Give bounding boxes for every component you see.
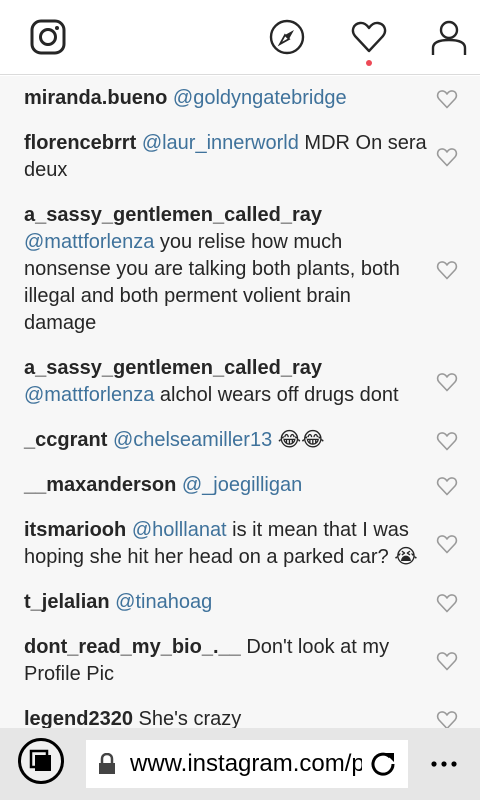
comment-row: florencebrrt @laur_innerworld MDR On ser…: [0, 121, 480, 193]
heart-icon[interactable]: [350, 18, 388, 56]
comment-username[interactable]: t_jelalian: [24, 591, 110, 613]
comment-username[interactable]: dont_read_my_bio_.__: [24, 636, 241, 658]
comment-username[interactable]: a_sassy_gentlemen_called_ray: [24, 357, 322, 379]
comment-username[interactable]: __maxanderson: [24, 474, 176, 496]
more-icon[interactable]: [426, 750, 462, 778]
comment-mention[interactable]: @mattforlenza: [24, 231, 154, 253]
comment-mention[interactable]: @tinahoag: [115, 591, 212, 613]
comment-username[interactable]: a_sassy_gentlemen_called_ray: [24, 204, 322, 226]
comment-row: a_sassy_gentlemen_called_ray @mattforlen…: [0, 193, 480, 346]
comment-text: alchol wears off drugs dont: [154, 384, 399, 406]
comment-username[interactable]: itsmariooh: [24, 519, 126, 541]
comment-mention[interactable]: @goldyngatebridge: [173, 87, 347, 109]
like-heart-icon[interactable]: [436, 260, 458, 280]
lock-icon: [98, 752, 116, 780]
comment-text: 😂😂: [272, 429, 325, 451]
comment-username[interactable]: legend2320: [24, 708, 133, 728]
comment-mention[interactable]: @holllanat: [132, 519, 227, 541]
comment-text: She's crazy: [138, 708, 242, 728]
like-heart-icon[interactable]: [436, 147, 458, 167]
comment-mention[interactable]: @mattforlenza: [24, 384, 154, 406]
comment-username[interactable]: florencebrrt: [24, 132, 136, 154]
comment-mention[interactable]: @_joegilligan: [182, 474, 302, 496]
comment-row: itsmariooh @holllanat is it mean that I …: [0, 508, 480, 580]
comment-row: __maxanderson @_joegilligan: [0, 463, 480, 508]
notification-dot: [366, 60, 372, 66]
comment-mention[interactable]: @laur_innerworld: [142, 132, 299, 154]
like-heart-icon[interactable]: [436, 476, 458, 496]
browser-bottom-bar: www.instagram.com/p: [0, 728, 480, 800]
comment-row: dont_read_my_bio_.__ Don't look at my Pr…: [0, 625, 480, 697]
comments-list: miranda.bueno @goldyngatebridge florenceb…: [0, 76, 480, 728]
like-heart-icon[interactable]: [436, 651, 458, 671]
refresh-icon[interactable]: [370, 751, 396, 782]
url-text: www.instagram.com/p: [130, 750, 362, 777]
address-bar[interactable]: www.instagram.com/p: [86, 740, 408, 788]
comment-row: miranda.bueno @goldyngatebridge: [0, 76, 480, 121]
tabs-icon[interactable]: [18, 738, 64, 784]
like-heart-icon[interactable]: [436, 534, 458, 554]
comment-row: legend2320 She's crazy: [0, 697, 480, 728]
comment-username[interactable]: _ccgrant: [24, 429, 107, 451]
top-navigation-bar: [0, 0, 480, 75]
comment-mention[interactable]: @chelseamiller13: [113, 429, 272, 451]
like-heart-icon[interactable]: [436, 89, 458, 109]
like-heart-icon[interactable]: [436, 431, 458, 451]
comment-row: t_jelalian @tinahoag: [0, 580, 480, 625]
comment-username[interactable]: miranda.bueno: [24, 87, 167, 109]
comment-row: _ccgrant @chelseamiller13 😂😂: [0, 418, 480, 463]
like-heart-icon[interactable]: [436, 372, 458, 392]
comment-row: a_sassy_gentlemen_called_ray @mattforlen…: [0, 346, 480, 418]
user-icon[interactable]: [430, 18, 468, 56]
instagram-logo-icon[interactable]: [29, 18, 67, 56]
like-heart-icon[interactable]: [436, 593, 458, 613]
like-heart-icon[interactable]: [436, 710, 458, 728]
compass-icon[interactable]: [268, 18, 306, 56]
